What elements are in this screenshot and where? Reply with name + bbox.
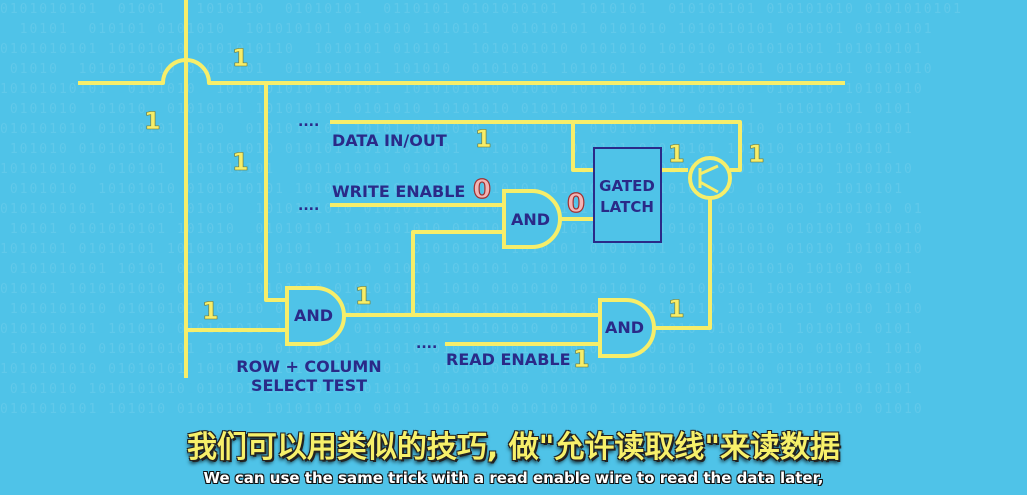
select-test-label-line1: ROW + COLUMN [236,357,381,376]
select-and-label: AND [294,306,333,325]
read-enable-dots: .... [416,336,437,352]
write-enable-label: WRITE ENABLE [332,182,465,201]
transistor-symbol [688,156,732,200]
bit-select-input: 1 [202,297,219,325]
gated-latch-box [593,147,662,243]
bit-read-and-output: 1 [668,295,685,323]
subtitle-english: We can use the same trick with a read en… [203,469,824,487]
data-in-out-dots: .... [298,114,319,130]
horizontal-bus-wire [78,58,845,85]
bit-data-in-out: 1 [475,125,492,153]
select-test-label-line2: SELECT TEST [251,376,367,395]
data-in-out-label: DATA IN/OUT [332,131,447,150]
subtitle-chinese: 我们可以用类似的技巧, 做"允许读取线"来读数据 [186,430,841,465]
bit-latch-output: 1 [668,140,685,168]
read-enable-label: READ ENABLE [446,350,571,369]
bit-write-enable: 0 [473,175,491,205]
latch-label-line2: LATCH [600,198,654,216]
bit-write-and-output: 0 [567,189,585,219]
read-and-label: AND [605,318,644,337]
write-and-label: AND [511,210,550,229]
write-enable-dots: .... [298,198,319,214]
bit-vertical-mid: 1 [232,148,249,176]
bit-read-enable: 1 [573,345,590,373]
latch-label-line1: GATED [599,177,655,195]
bit-horizontal-left: 1 [144,107,161,135]
bit-transistor-output: 1 [748,140,765,168]
bit-vertical-top: 1 [232,44,249,72]
bit-select-and-output: 1 [355,282,372,310]
bus-to-select-wire [264,83,287,302]
data-to-latch-wire [571,122,594,172]
select-to-write-wire [411,230,504,315]
memory-circuit-diagram: AND AND AND GATED LATCH DATA IN/OUT ....… [78,0,845,395]
